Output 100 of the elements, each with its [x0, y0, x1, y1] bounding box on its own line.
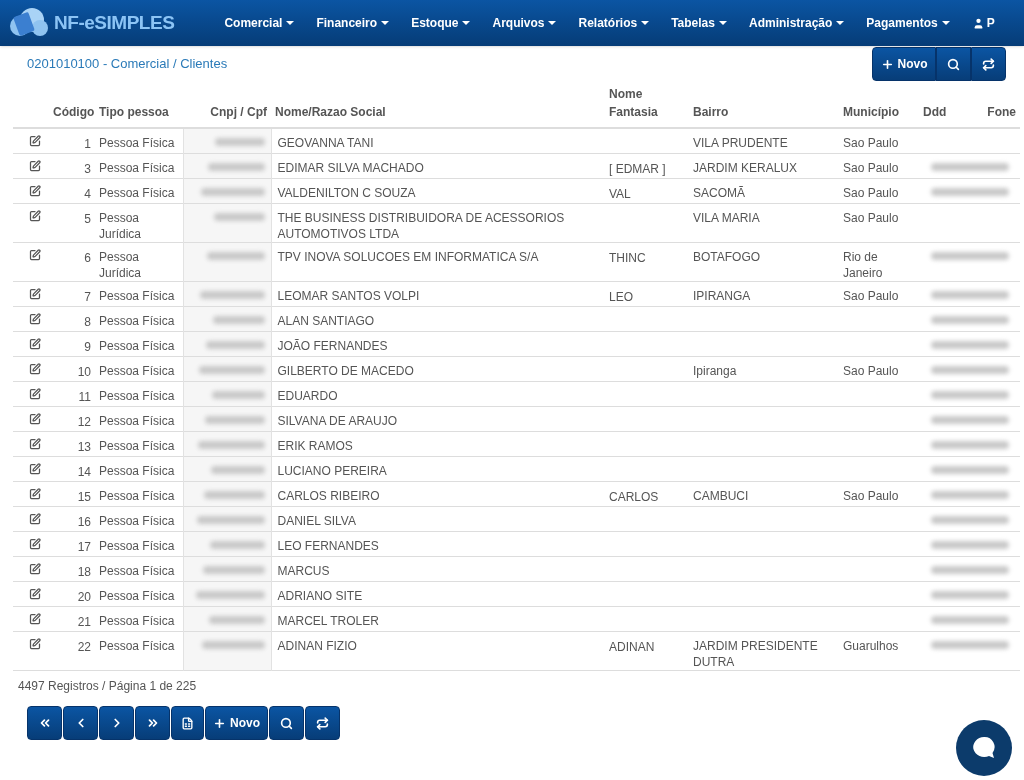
table-cell: 13 — [77, 440, 91, 454]
blurred-value — [195, 591, 265, 599]
table-cell: 12 — [77, 415, 91, 429]
edit-icon[interactable] — [29, 563, 41, 575]
previous-page-button[interactable] — [63, 706, 98, 740]
new-button[interactable]: Novo — [872, 47, 936, 81]
menu-item[interactable]: Relatórios — [578, 14, 650, 32]
column-header: Código — [53, 105, 95, 119]
table-cell: Sao Paulo — [843, 136, 899, 150]
table-cell: 21 — [77, 615, 91, 629]
blurred-value — [213, 213, 265, 221]
next-page-button[interactable] — [99, 706, 134, 740]
table-cell: MARCUS — [277, 564, 330, 578]
spreadsheet-icon — [181, 716, 194, 730]
table-cell: Pessoa Física — [99, 514, 175, 528]
edit-icon[interactable] — [29, 513, 41, 525]
menu-item[interactable]: Estoque — [411, 14, 471, 32]
chat-button[interactable] — [956, 720, 1012, 776]
refresh-button[interactable] — [305, 706, 340, 740]
search-button[interactable] — [269, 706, 304, 740]
edit-icon[interactable] — [29, 249, 41, 261]
table-cell: Pessoa Física — [99, 136, 175, 150]
new-button[interactable]: Novo — [205, 706, 268, 740]
column-header: Bairro — [693, 105, 729, 119]
edit-icon[interactable] — [29, 463, 41, 475]
table-cell: VILA MARIA — [693, 211, 760, 225]
menu-item[interactable]: Administração — [749, 14, 845, 32]
edit-icon[interactable] — [29, 313, 41, 325]
edit-icon[interactable] — [29, 135, 41, 147]
table-cell: DANIEL SILVA — [277, 514, 356, 528]
edit-icon[interactable] — [29, 588, 41, 600]
breadcrumb[interactable]: 0201010100 - Comercial / Clientes — [27, 54, 228, 74]
record-summary: 4497 Registros / Página 1 de 225 — [18, 678, 197, 695]
blurred-value — [210, 466, 265, 474]
column-header: Nome/Razao Social — [275, 105, 386, 119]
edit-icon[interactable] — [29, 338, 41, 350]
menu-item[interactable]: Tabelas — [671, 14, 727, 32]
edit-icon[interactable] — [29, 488, 41, 500]
edit-icon[interactable] — [29, 613, 41, 625]
caret-icon — [548, 21, 557, 25]
edit-icon[interactable] — [29, 388, 41, 400]
table-cell: 7 — [84, 290, 91, 304]
table-cell: 5 — [84, 212, 91, 226]
edit-icon[interactable] — [29, 538, 41, 550]
table-cell: Pessoa Física — [99, 389, 175, 403]
blurred-value — [200, 188, 265, 196]
column-header: Nome Fantasia — [609, 87, 658, 119]
table-cell: Sao Paulo — [843, 289, 899, 303]
table-cell: 20 — [77, 590, 91, 604]
menu-item[interactable]: Comercial — [224, 14, 295, 32]
blurred-value — [209, 541, 265, 549]
search-button[interactable] — [936, 47, 971, 81]
caret-icon — [381, 21, 390, 25]
table-cell: [ EDMAR ] — [609, 162, 666, 176]
edit-icon[interactable] — [29, 210, 41, 222]
column-header: Cnpj / Cpf — [210, 105, 267, 119]
table-cell: 8 — [84, 315, 91, 329]
table-cell: JARDIM KERALUX — [693, 161, 798, 175]
menu-item[interactable]: Financeiro — [316, 14, 390, 32]
table-cell: Pessoa Física — [99, 414, 175, 428]
blurred-value — [198, 366, 265, 374]
edit-icon[interactable] — [29, 413, 41, 425]
table-cell: Pessoa Física — [99, 161, 175, 175]
table-cell: Pessoa Física — [99, 464, 175, 478]
refresh-button[interactable] — [971, 47, 1006, 81]
table-cell: GILBERTO DE MACEDO — [277, 364, 414, 378]
table-cell: 10 — [77, 365, 91, 379]
export-button[interactable] — [171, 706, 204, 740]
table-cell: Pessoa Física — [99, 289, 175, 303]
table-cell: Pessoa Física — [99, 589, 175, 603]
table-cell: SACOMÃ — [693, 186, 745, 200]
table-cell: Pessoa Física — [99, 339, 175, 353]
edit-icon[interactable] — [29, 160, 41, 172]
first-page-button[interactable] — [27, 706, 62, 740]
table-cell: 3 — [84, 162, 91, 176]
edit-icon[interactable] — [29, 438, 41, 450]
edit-icon[interactable] — [29, 638, 41, 650]
brand-name[interactable]: NF-eSIMPLES — [54, 8, 175, 38]
table-cell: LUCIANO PEREIRA — [277, 464, 387, 478]
table-cell: 22 — [77, 640, 91, 654]
caret-icon — [836, 21, 845, 25]
user-menu[interactable]: P — [971, 14, 995, 32]
table-cell: 14 — [77, 465, 91, 479]
menu-item[interactable]: Arquivos — [492, 14, 557, 32]
table-cell: 18 — [77, 565, 91, 579]
edit-icon[interactable] — [29, 185, 41, 197]
last-page-button[interactable] — [135, 706, 170, 740]
table-cell: 4 — [84, 187, 91, 201]
table-cell: Pessoa Física — [99, 639, 175, 653]
edit-icon[interactable] — [29, 288, 41, 300]
table-cell: Sao Paulo — [843, 161, 899, 175]
table-cell: ALAN SANTIAGO — [277, 314, 375, 328]
table-cell: BOTAFOGO — [693, 250, 761, 264]
table-cell: 17 — [77, 540, 91, 554]
blurred-value — [211, 391, 265, 399]
menu-item[interactable]: Pagamentos — [866, 14, 950, 32]
blurred-value — [214, 138, 265, 146]
table-cell: THINC — [609, 251, 646, 265]
edit-icon[interactable] — [29, 363, 41, 375]
caret-icon — [462, 21, 471, 25]
